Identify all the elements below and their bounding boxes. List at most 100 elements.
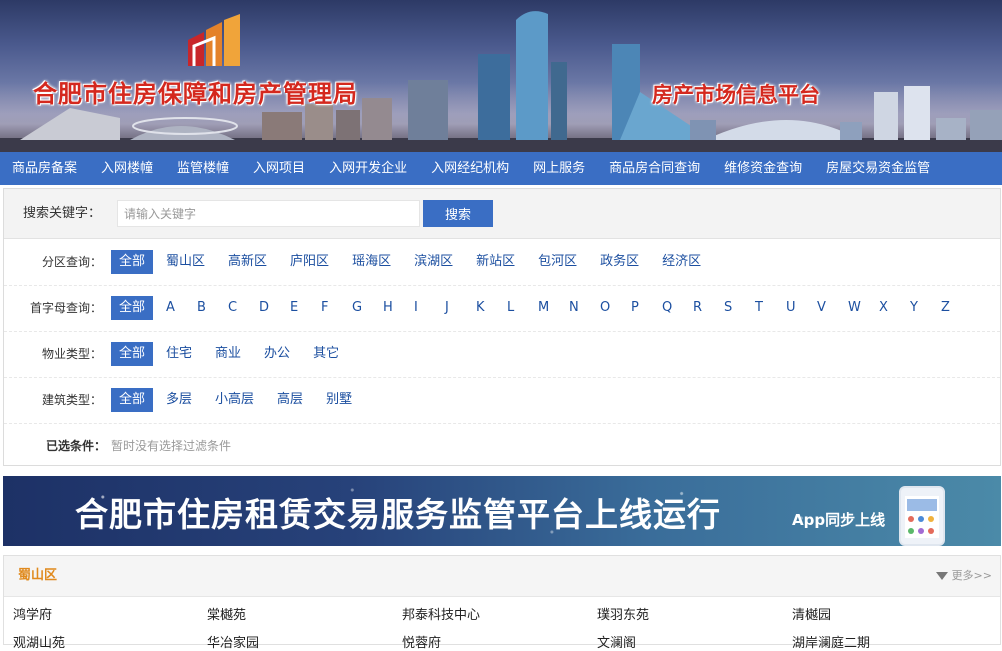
letter-option[interactable]: D: [259, 296, 290, 320]
building-type-option[interactable]: 小高层: [215, 388, 254, 412]
letter-option[interactable]: J: [445, 296, 476, 320]
property-type-options: 全部 住宅 商业 办公 其它: [111, 342, 339, 366]
letter-option[interactable]: O: [600, 296, 631, 320]
letter-option-all[interactable]: 全部: [111, 296, 154, 320]
letter-option[interactable]: Q: [662, 296, 693, 320]
district-option[interactable]: 包河区: [538, 250, 577, 274]
nav-item-networked-projects[interactable]: 入网项目: [241, 152, 317, 185]
building-type-option[interactable]: 别墅: [326, 388, 352, 412]
district-option[interactable]: 新站区: [476, 250, 515, 274]
letter-option[interactable]: X: [879, 296, 910, 320]
letter-option[interactable]: F: [321, 296, 352, 320]
project-link[interactable]: 棠樾苑: [207, 604, 246, 623]
property-type-option[interactable]: 住宅: [166, 342, 192, 366]
nav-item-supervised-buildings[interactable]: 监管楼幢: [165, 152, 241, 185]
rental-platform-promo-banner[interactable]: 合肥市住房租赁交易服务监管平台上线运行 App同步上线: [3, 476, 1001, 546]
letter-options: 全部 A B C D E F G H I J K L M N O P Q R S T U V W X Y Z: [111, 296, 972, 320]
letter-option[interactable]: S: [724, 296, 755, 320]
project-link[interactable]: 鸿学府: [13, 604, 52, 623]
district-option[interactable]: 经济区: [662, 250, 701, 274]
project-link[interactable]: 璞羽东苑: [597, 604, 649, 623]
building-type-option[interactable]: 高层: [277, 388, 303, 412]
search-bar: 搜索关键字： 搜索: [4, 189, 1000, 239]
letter-option[interactable]: Z: [941, 296, 972, 320]
search-button[interactable]: 搜索: [423, 200, 493, 227]
promo-app-note: App同步上线: [792, 511, 886, 529]
filter-row-property-type: 物业类型： 全部 住宅 商业 办公 其它: [4, 331, 1000, 378]
letter-option[interactable]: M: [538, 296, 569, 320]
property-type-option[interactable]: 商业: [215, 342, 241, 366]
filter-label-district: 分区查询：: [41, 255, 102, 269]
letter-option[interactable]: Y: [910, 296, 941, 320]
nav-item-online-service[interactable]: 网上服务: [521, 152, 597, 185]
project-link[interactable]: 观湖山苑: [13, 632, 65, 651]
caret-down-icon: [935, 572, 948, 580]
building-type-option[interactable]: 多层: [166, 388, 192, 412]
nav-item-developers[interactable]: 入网开发企业: [317, 152, 419, 185]
district-option-all[interactable]: 全部: [111, 250, 154, 274]
district-option[interactable]: 滨湖区: [414, 250, 453, 274]
letter-option[interactable]: N: [569, 296, 600, 320]
letter-option[interactable]: A: [166, 296, 197, 320]
letter-option[interactable]: I: [414, 296, 445, 320]
letter-option[interactable]: W: [848, 296, 879, 320]
property-type-option-all[interactable]: 全部: [111, 342, 154, 366]
filter-row-letter: 首字母查询： 全部 A B C D E F G H I J K L M N O P Q R S T U V W X Y Z: [4, 285, 1000, 332]
district-option[interactable]: 瑶海区: [352, 250, 391, 274]
letter-option[interactable]: T: [755, 296, 786, 320]
nav-item-commodity-filing[interactable]: 商品房备案: [0, 152, 89, 185]
district-options: 全部 蜀山区 高新区 庐阳区 瑶海区 滨湖区 新站区 包河区 政务区 经济区: [111, 250, 701, 274]
district-option[interactable]: 政务区: [600, 250, 639, 274]
agency-logo: [188, 14, 240, 66]
more-link-label: 更多>>: [951, 569, 992, 582]
building-type-options: 全部 多层 小高层 高层 别墅: [111, 388, 352, 412]
filter-label-letter: 首字母查询：: [29, 301, 102, 315]
letter-option[interactable]: G: [352, 296, 383, 320]
header-banner: 合肥市住房保障和房产管理局 房产市场信息平台: [0, 0, 1002, 152]
project-link[interactable]: 文澜阁: [597, 632, 636, 651]
phone-icon: [899, 486, 945, 546]
nav-item-contract-query[interactable]: 商品房合同查询: [597, 152, 712, 185]
nav-item-fund-supervision[interactable]: 房屋交易资金监管: [814, 152, 942, 185]
district-option[interactable]: 庐阳区: [290, 250, 329, 274]
promo-title: 合肥市住房租赁交易服务监管平台上线运行: [75, 495, 721, 534]
selected-conditions-value: 暂时没有选择过滤条件: [111, 439, 232, 453]
selected-conditions-label: 已选条件：: [46, 439, 107, 453]
district-option[interactable]: 蜀山区: [166, 250, 205, 274]
search-input[interactable]: [117, 200, 420, 227]
selected-conditions-row: 已选条件： 暂时没有选择过滤条件: [4, 423, 1000, 469]
letter-option[interactable]: L: [507, 296, 538, 320]
nav-item-brokers[interactable]: 入网经纪机构: [419, 152, 521, 185]
agency-title: 合肥市住房保障和房产管理局: [33, 80, 358, 108]
project-link[interactable]: 清樾园: [792, 604, 831, 623]
search-label: 搜索关键字：: [23, 206, 102, 221]
project-link[interactable]: 华冶家园: [207, 632, 259, 651]
filter-label-building-type: 建筑类型：: [41, 393, 102, 407]
main-nav: 商品房备案 入网楼幢 监管楼幢 入网项目 入网开发企业 入网经纪机构 网上服务 …: [0, 152, 1002, 185]
district-title: 蜀山区: [18, 568, 58, 583]
project-link[interactable]: 悦蓉府: [402, 632, 441, 651]
project-link[interactable]: 湖岸澜庭二期: [792, 632, 870, 651]
letter-option[interactable]: K: [476, 296, 507, 320]
filter-row-building-type: 建筑类型： 全部 多层 小高层 高层 别墅: [4, 377, 1000, 424]
letter-option[interactable]: V: [817, 296, 848, 320]
letter-option[interactable]: C: [228, 296, 259, 320]
nav-item-maintenance-fund[interactable]: 维修资金查询: [712, 152, 814, 185]
letter-option[interactable]: H: [383, 296, 414, 320]
letter-option[interactable]: P: [631, 296, 662, 320]
letter-option[interactable]: U: [786, 296, 817, 320]
letter-option[interactable]: B: [197, 296, 228, 320]
nav-item-networked-buildings[interactable]: 入网楼幢: [89, 152, 165, 185]
property-type-option[interactable]: 办公: [264, 342, 290, 366]
project-link[interactable]: 邦泰科技中心: [402, 604, 480, 623]
letter-option[interactable]: E: [290, 296, 321, 320]
more-link[interactable]: 更多>>: [935, 556, 992, 596]
building-type-option-all[interactable]: 全部: [111, 388, 154, 412]
letter-option[interactable]: R: [693, 296, 724, 320]
search-filter-panel: 搜索关键字： 搜索 分区查询： 全部 蜀山区 高新区 庐阳区 瑶海区 滨湖区 新…: [3, 188, 1001, 466]
district-header: 蜀山区 更多>>: [4, 556, 1000, 597]
district-option[interactable]: 高新区: [228, 250, 267, 274]
district-listing: 蜀山区 更多>> 鸿学府 棠樾苑 邦泰科技中心 璞羽东苑 清樾园 观湖山苑 华冶…: [3, 555, 1001, 651]
platform-title: 房产市场信息平台: [652, 83, 820, 107]
property-type-option[interactable]: 其它: [313, 342, 339, 366]
